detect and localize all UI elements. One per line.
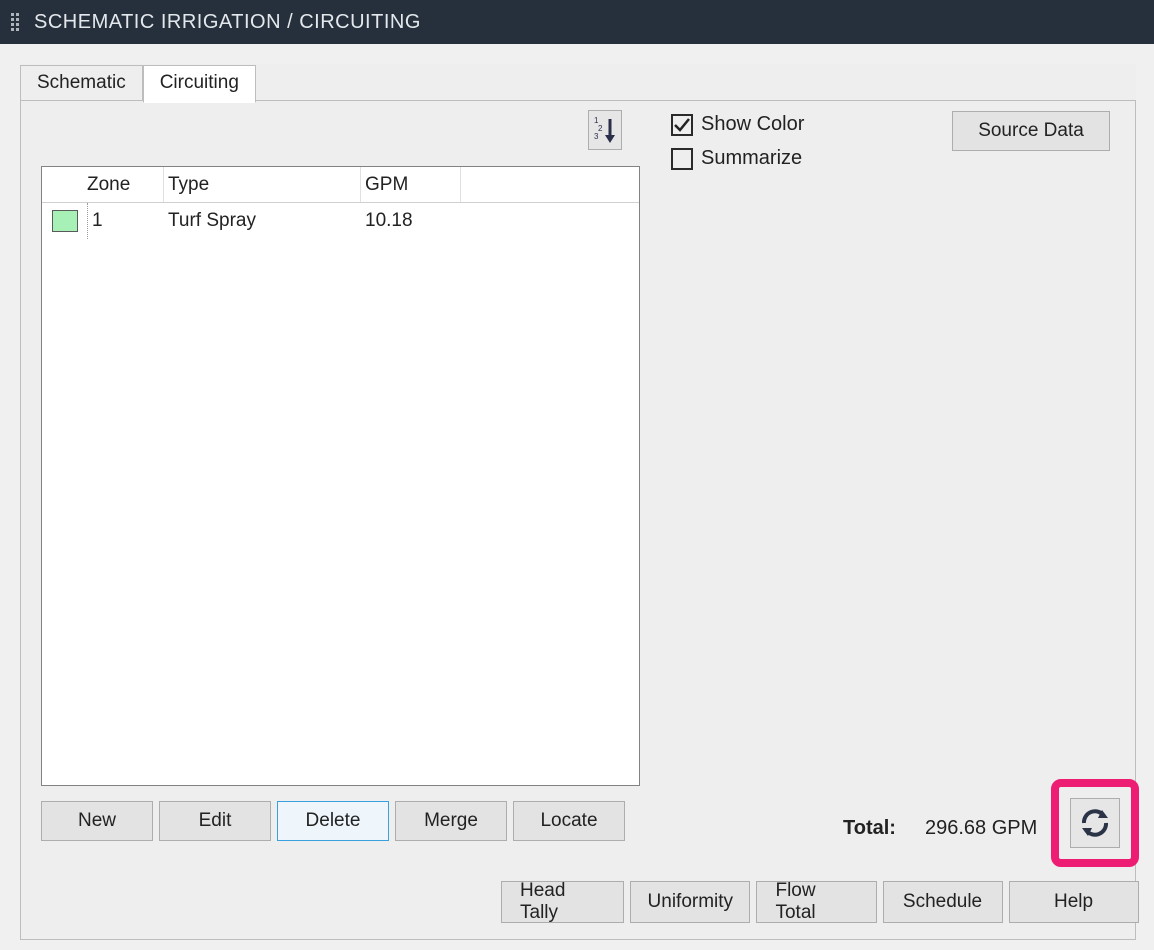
label-summarize: Summarize bbox=[701, 147, 802, 170]
locate-button[interactable]: Locate bbox=[513, 801, 625, 841]
svg-text:2: 2 bbox=[598, 124, 603, 133]
source-data-button[interactable]: Source Data bbox=[952, 111, 1110, 151]
bottom-buttons: Head Tally Uniformity Flow Total Schedul… bbox=[501, 881, 1139, 923]
highlight-annotation bbox=[1051, 779, 1139, 867]
tab-strip: Schematic Circuiting bbox=[20, 64, 256, 102]
total-value: 296.68 GPM bbox=[925, 817, 1037, 840]
refresh-button[interactable] bbox=[1070, 798, 1120, 848]
client-area: Schematic Circuiting 1 2 3 Show Color bbox=[0, 44, 1154, 950]
zone-grid[interactable]: Zone Type GPM 1 Turf Spray 10.18 bbox=[41, 166, 640, 786]
cell-type: Turf Spray bbox=[164, 210, 361, 232]
window-title: SCHEMATIC IRRIGATION / CIRCUITING bbox=[34, 11, 421, 34]
cell-zone: 1 bbox=[87, 203, 164, 239]
check-icon bbox=[673, 116, 691, 134]
col-header-gpm[interactable]: GPM bbox=[361, 167, 461, 202]
new-button[interactable]: New bbox=[41, 801, 153, 841]
delete-button[interactable]: Delete bbox=[277, 801, 389, 841]
color-swatch bbox=[52, 210, 78, 232]
col-header-zone[interactable]: Zone bbox=[87, 167, 164, 202]
refresh-icon bbox=[1078, 806, 1112, 840]
table-row[interactable]: 1 Turf Spray 10.18 bbox=[42, 203, 639, 239]
checkbox-summarize[interactable] bbox=[671, 148, 693, 170]
flow-total-button[interactable]: Flow Total bbox=[756, 881, 876, 923]
help-button[interactable]: Help bbox=[1009, 881, 1139, 923]
total-label: Total: bbox=[843, 817, 896, 840]
title-bar: SCHEMATIC IRRIGATION / CIRCUITING bbox=[0, 0, 1154, 44]
label-show-color: Show Color bbox=[701, 113, 804, 136]
cell-gpm: 10.18 bbox=[361, 210, 461, 232]
tab-circuiting[interactable]: Circuiting bbox=[143, 65, 256, 103]
cell-color bbox=[42, 210, 87, 232]
zone-grid-header: Zone Type GPM bbox=[42, 167, 639, 203]
checkbox-row-show-color: Show Color bbox=[671, 113, 804, 136]
tab-schematic[interactable]: Schematic bbox=[20, 65, 143, 103]
uniformity-button[interactable]: Uniformity bbox=[630, 881, 750, 923]
dialog-inner: Schematic Circuiting 1 2 3 Show Color bbox=[20, 64, 1136, 940]
row-action-buttons: New Edit Delete Merge Locate bbox=[41, 801, 625, 841]
checkbox-show-color[interactable] bbox=[671, 114, 693, 136]
head-tally-button[interactable]: Head Tally bbox=[501, 881, 624, 923]
schedule-button[interactable]: Schedule bbox=[883, 881, 1003, 923]
svg-text:3: 3 bbox=[594, 132, 599, 141]
col-header-type[interactable]: Type bbox=[164, 167, 361, 202]
sort-numeric-icon: 1 2 3 bbox=[593, 115, 617, 145]
edit-button[interactable]: Edit bbox=[159, 801, 271, 841]
sort-numeric-button[interactable]: 1 2 3 bbox=[588, 110, 622, 150]
merge-button[interactable]: Merge bbox=[395, 801, 507, 841]
tab-pane-circuiting: 1 2 3 Show Color Summarize Source Data bbox=[20, 100, 1136, 940]
grip-icon[interactable] bbox=[10, 10, 24, 34]
checkbox-row-summarize: Summarize bbox=[671, 147, 802, 170]
